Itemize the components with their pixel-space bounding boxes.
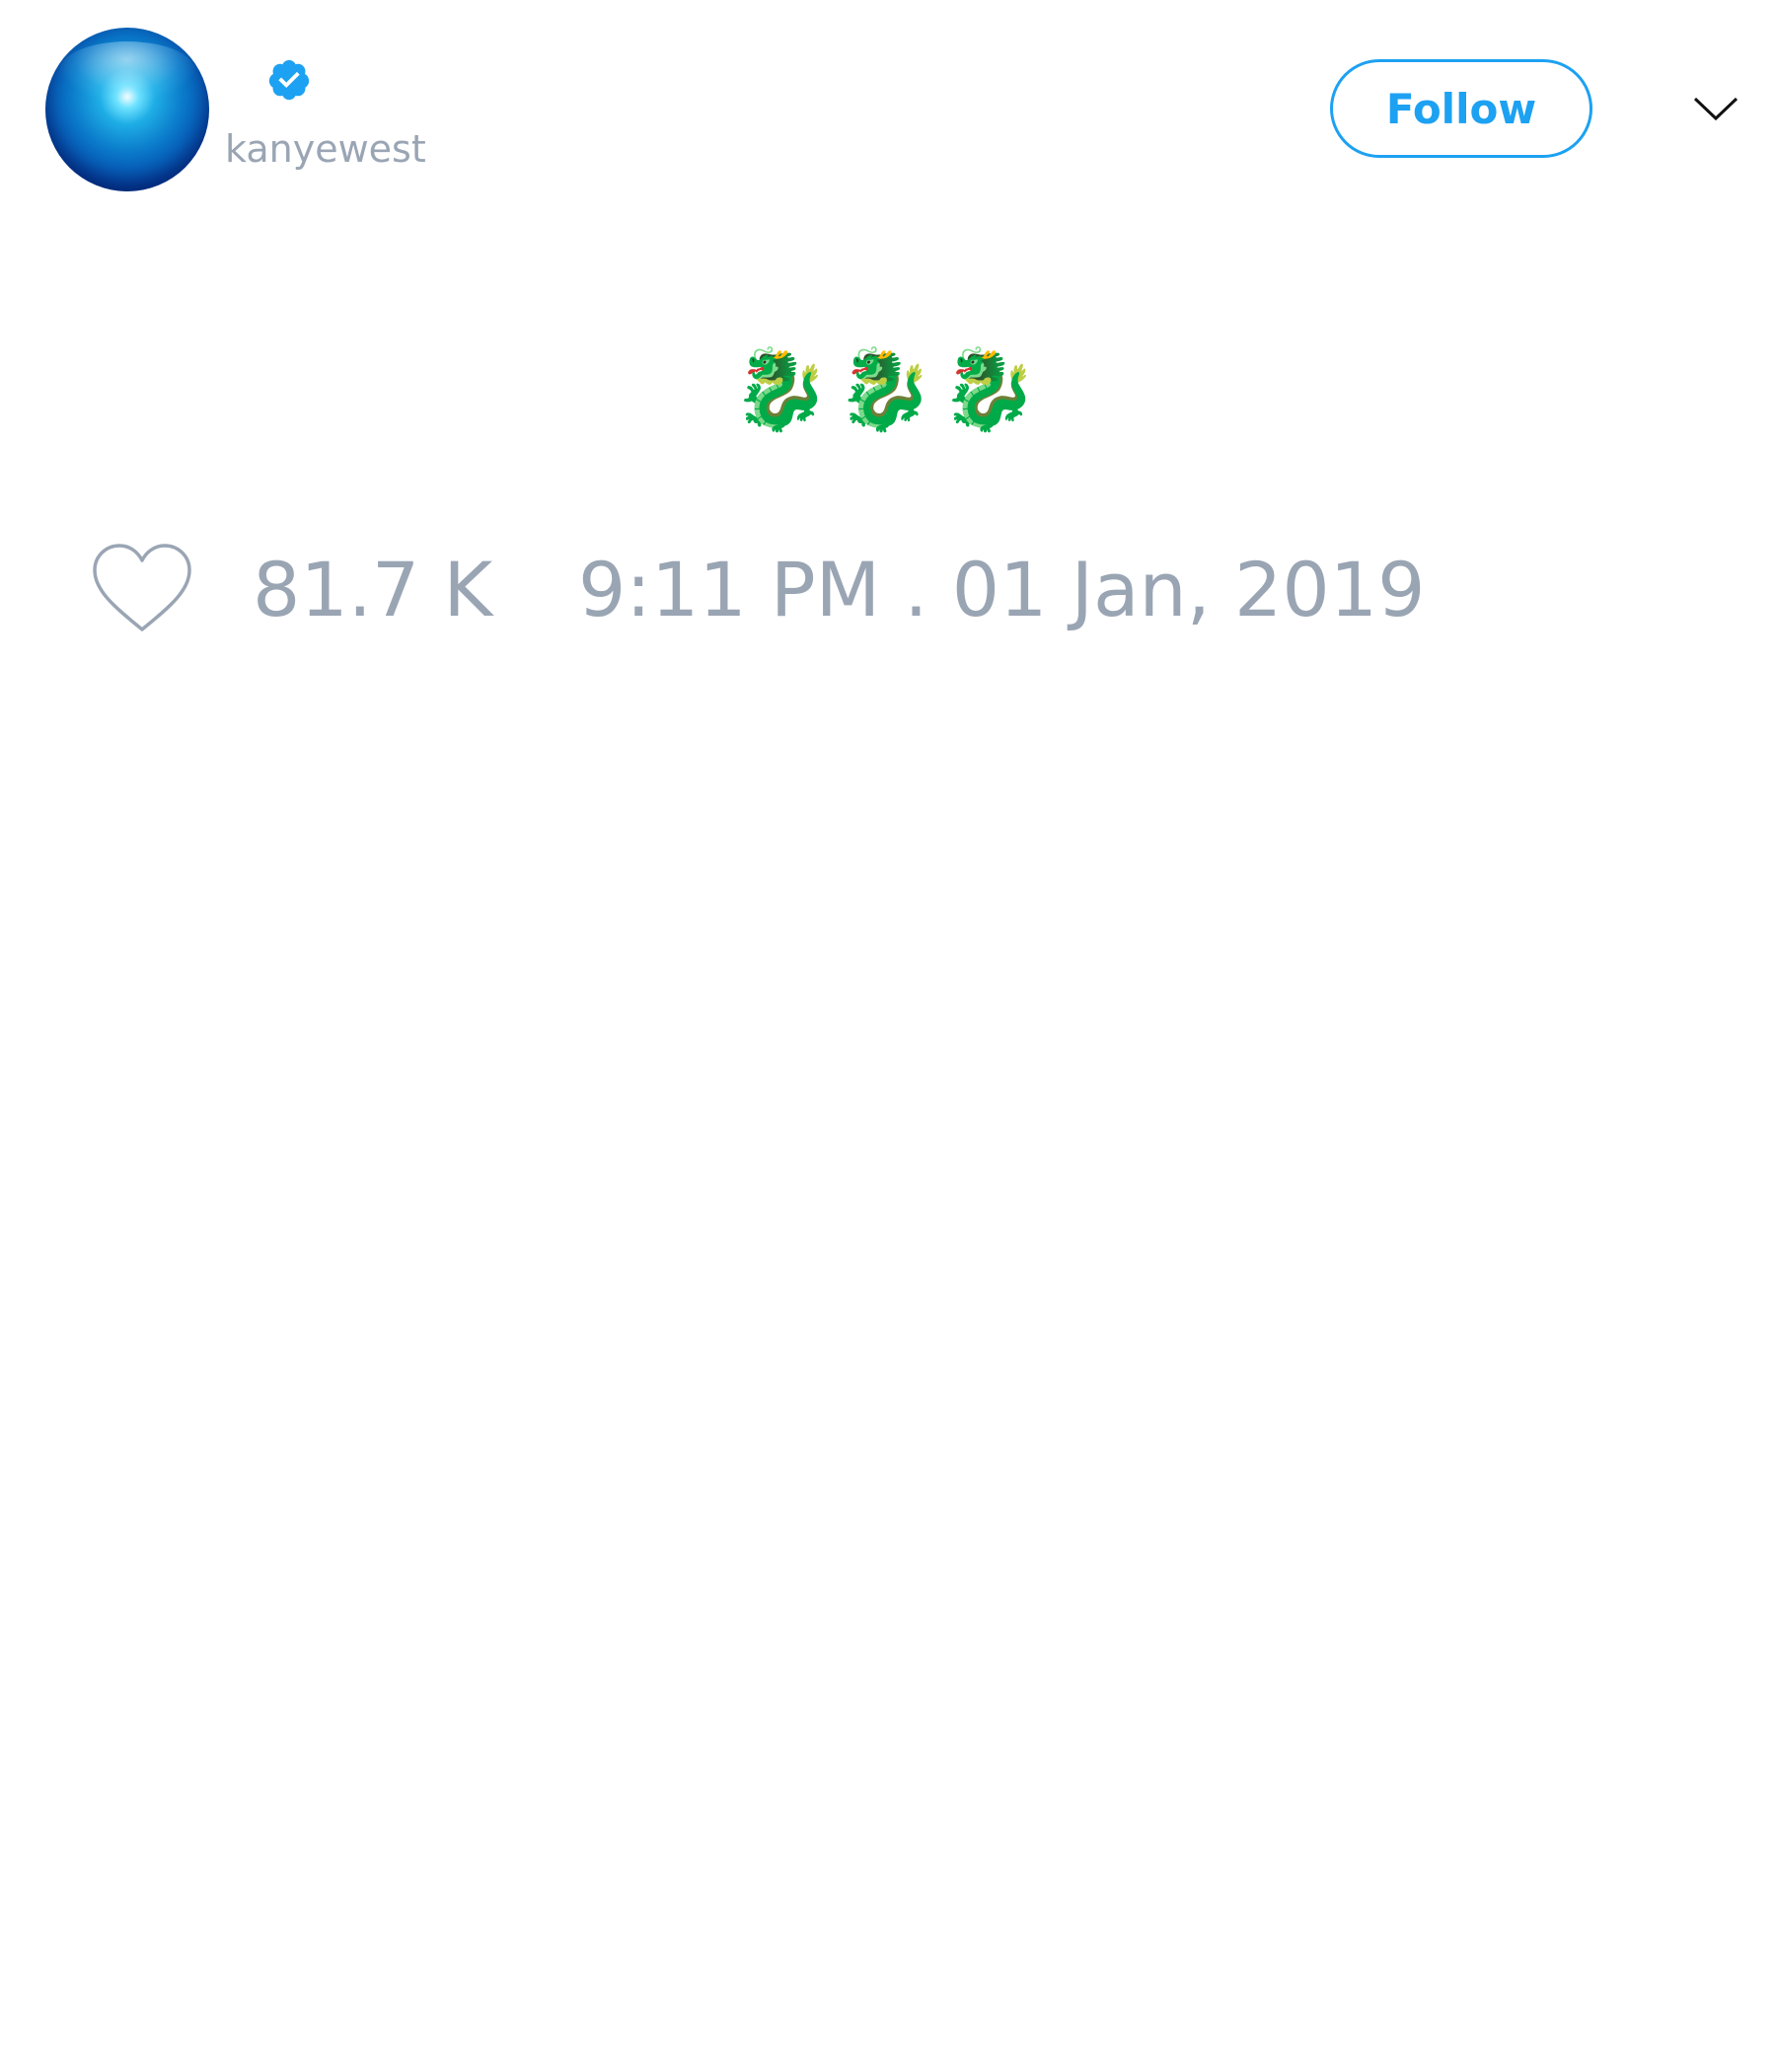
heart-icon[interactable] [89,541,195,635]
username[interactable]: kanyewest [225,126,426,172]
avatar-highlight [59,41,195,101]
like-count: 81.7 K [253,546,493,633]
follow-button[interactable]: Follow [1330,59,1592,158]
chevron-down-icon[interactable] [1691,89,1740,128]
tweet-text: 🐉🐉🐉 [731,343,1045,435]
tweet-timestamp[interactable]: 9:11 PM . 01 Jan, 2019 [578,548,1425,632]
verified-badge-icon [268,59,310,101]
avatar[interactable] [45,28,209,191]
